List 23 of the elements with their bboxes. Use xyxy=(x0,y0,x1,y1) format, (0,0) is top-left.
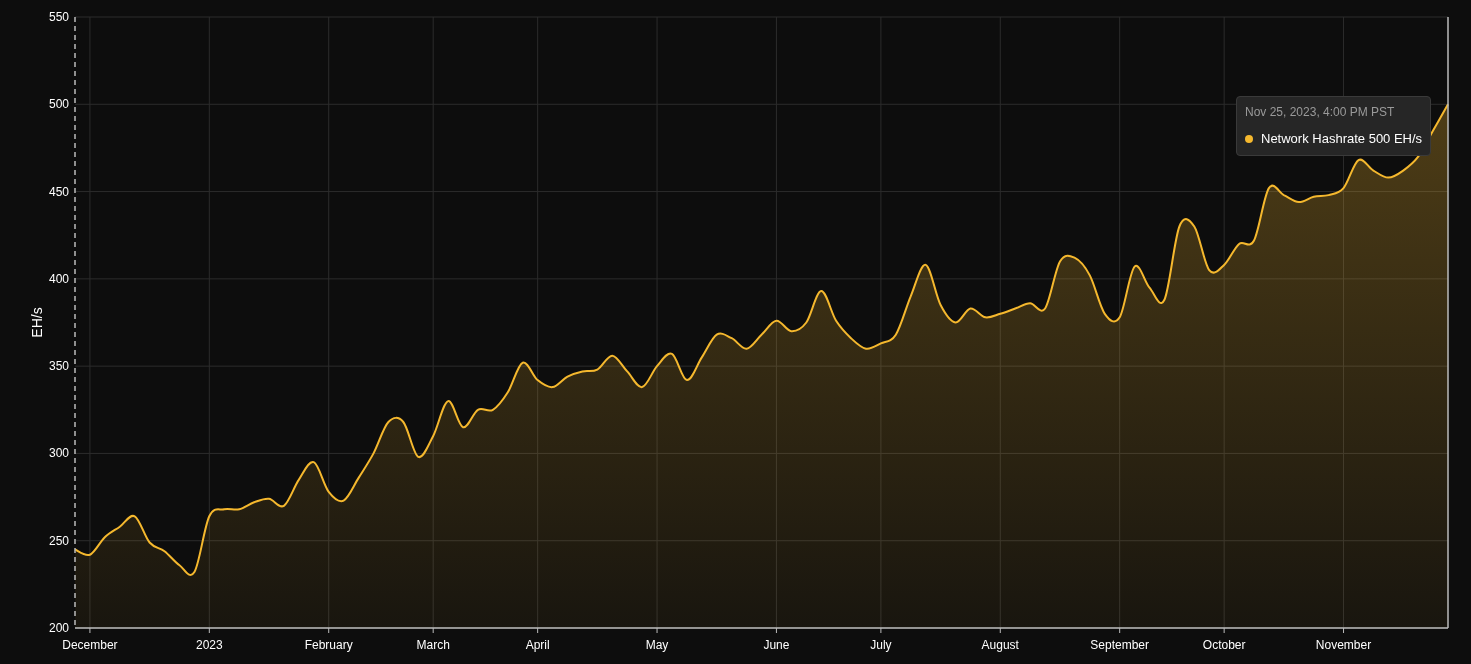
x-tick-label: April xyxy=(525,638,550,652)
x-tick-label: November xyxy=(1315,638,1372,652)
y-tick-label: 250 xyxy=(48,533,69,548)
y-tick-label: 300 xyxy=(48,446,69,461)
x-tick-label: June xyxy=(763,638,790,652)
x-tick-label: March xyxy=(416,638,450,652)
y-axis-title: EH/s xyxy=(29,307,45,338)
tooltip-value: Network Hashrate 500 EH/s xyxy=(1261,130,1423,148)
y-tick-label: 350 xyxy=(48,359,69,374)
x-tick-label: February xyxy=(304,638,353,652)
y-tick-label: 500 xyxy=(48,97,69,112)
y-tick-label: 450 xyxy=(48,184,69,199)
x-tick-label: October xyxy=(1202,638,1246,652)
y-tick-label: 400 xyxy=(48,271,69,286)
y-tick-label: 550 xyxy=(48,10,69,24)
x-tick-label: September xyxy=(1090,638,1150,652)
x-tick-label: May xyxy=(645,638,669,652)
x-tick-label: August xyxy=(981,638,1019,652)
x-tick-label: December xyxy=(62,638,118,652)
tooltip-date: Nov 25, 2023, 4:00 PM PST xyxy=(1245,104,1396,121)
x-tick-label: 2023 xyxy=(195,638,223,652)
y-tick-label: 200 xyxy=(48,621,69,635)
x-tick-label: July xyxy=(870,638,892,652)
